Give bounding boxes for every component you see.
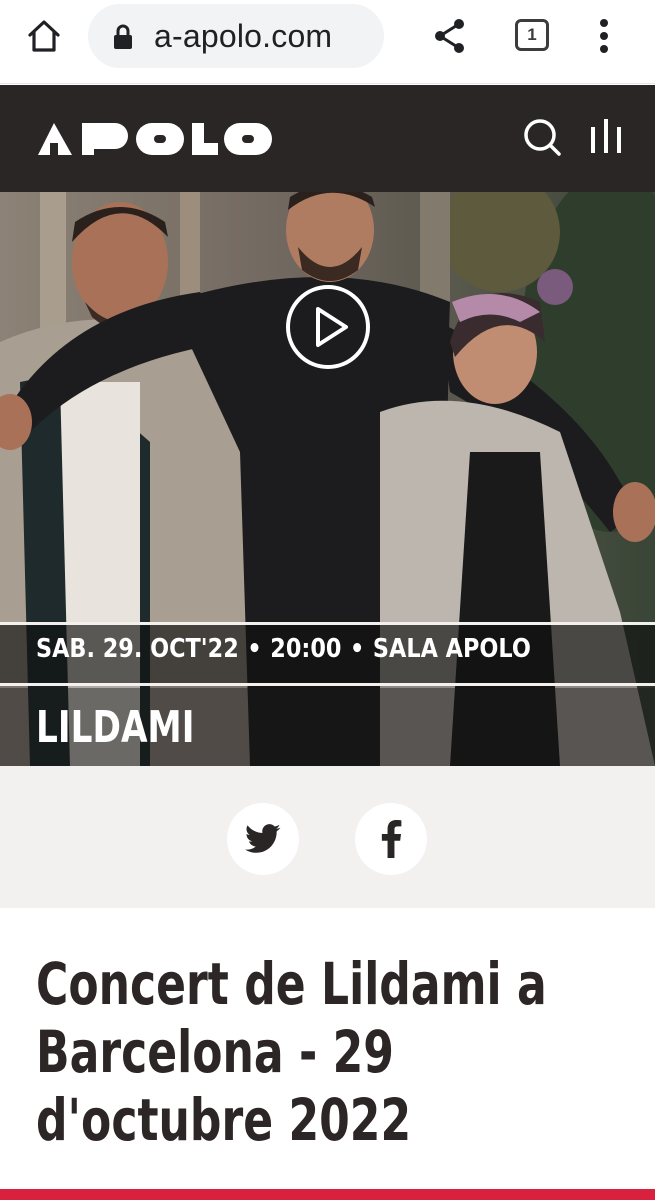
twitter-icon [245,824,281,853]
search-icon[interactable] [520,115,564,159]
share-icon[interactable] [428,14,472,58]
facebook-icon [381,820,402,858]
page-title: Concert de Lildami a Barcelona - 29 d'oc… [36,950,547,1154]
more-vert-icon[interactable] [586,14,622,58]
home-icon[interactable] [22,14,66,58]
facebook-share-button[interactable] [355,803,427,875]
apolo-logo[interactable] [36,119,276,159]
menu-bars-icon[interactable] [588,117,624,157]
event-name: LILDAMI [36,702,195,753]
separator: • [350,634,365,664]
event-time: 20:00 [270,634,342,664]
separator: • [247,634,262,664]
accent-bar [0,1189,655,1200]
url-text: a-apolo.com [154,18,333,54]
event-venue: SALA APOLO [372,634,531,664]
tabs-icon[interactable]: 1 [515,19,549,51]
play-video-icon[interactable] [284,283,372,371]
event-date: SAB. 29. OCT'22 [36,634,239,664]
address-bar[interactable]: a-apolo.com [88,4,384,68]
browser-toolbar: a-apolo.com 1 [0,0,655,84]
share-strip [0,766,655,908]
twitter-share-button[interactable] [227,803,299,875]
event-meta: SAB. 29. OCT'22 • 20:00 • SALA APOLO [36,634,531,664]
lock-icon [114,24,132,49]
